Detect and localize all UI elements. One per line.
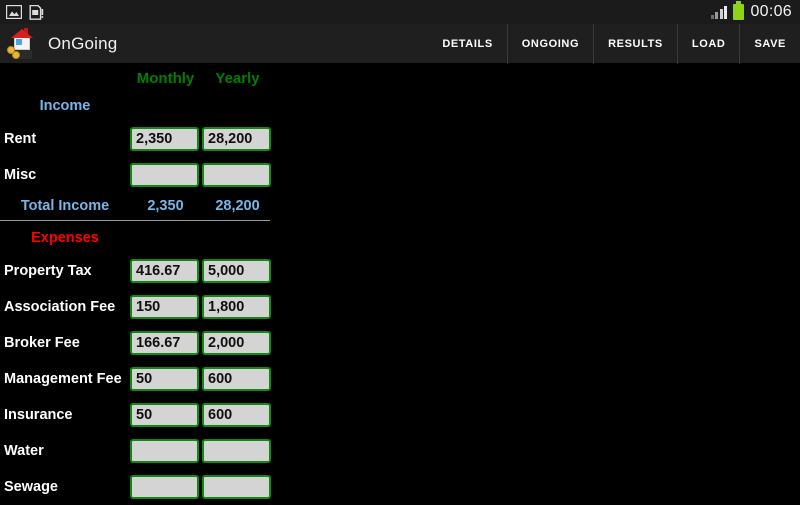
status-indicators: 00:06 — [710, 1, 792, 20]
cell-management-fee-yearly — [202, 367, 273, 391]
sd-card-warning-icon — [29, 4, 44, 20]
total-income-row: Total Income 2,350 28,200 — [0, 193, 272, 219]
total-income-label: Total Income — [20, 198, 110, 214]
cell-water-yearly — [202, 439, 273, 463]
input-property-tax-yearly[interactable] — [202, 259, 271, 283]
row-label-property-tax: Property Tax — [4, 263, 92, 279]
input-insurance-monthly[interactable] — [130, 403, 199, 427]
section-label-income: Income — [39, 98, 91, 114]
table-row: Management Fee — [0, 361, 272, 397]
input-water-monthly[interactable] — [130, 439, 199, 463]
button-save[interactable]: SAVE — [739, 23, 800, 64]
cell-insurance-yearly — [202, 403, 273, 427]
action-bar-menu: DETAILS ONGOING RESULTS LOAD SAVE — [428, 23, 800, 64]
cell-association-fee-yearly — [202, 295, 273, 319]
table-row: Association Fee — [0, 289, 272, 325]
cell-association-fee-monthly — [130, 295, 201, 319]
input-water-yearly[interactable] — [202, 439, 271, 463]
button-load[interactable]: LOAD — [676, 23, 740, 64]
input-sewage-monthly[interactable] — [130, 475, 199, 499]
tab-results[interactable]: RESULTS — [593, 23, 677, 64]
budget-table: Monthly Yearly Income Rent Misc — [0, 65, 272, 505]
cell-rent-yearly — [202, 127, 273, 151]
cell-property-tax-yearly — [202, 259, 273, 283]
table-row: Insurance — [0, 397, 272, 433]
section-divider — [0, 220, 270, 221]
image-icon — [6, 5, 22, 19]
input-association-fee-yearly[interactable] — [202, 295, 271, 319]
input-rent-monthly[interactable] — [130, 127, 199, 151]
column-header-row: Monthly Yearly — [0, 65, 272, 91]
input-insurance-yearly[interactable] — [202, 403, 271, 427]
column-header-yearly: Yearly — [215, 69, 260, 87]
cell-misc-monthly — [130, 163, 201, 187]
input-association-fee-monthly[interactable] — [130, 295, 199, 319]
total-income-yearly: 28,200 — [215, 198, 260, 214]
cell-management-fee-monthly — [130, 367, 201, 391]
input-rent-yearly[interactable] — [202, 127, 271, 151]
cell-sewage-monthly — [130, 475, 201, 499]
house-with-coins-icon — [6, 27, 40, 61]
status-bar: 00:06 — [0, 0, 800, 24]
input-broker-fee-monthly[interactable] — [130, 331, 199, 355]
cell-sewage-yearly — [202, 475, 273, 499]
section-header-income: Income — [0, 91, 272, 121]
cell-broker-fee-monthly — [130, 331, 201, 355]
row-label-water: Water — [4, 443, 44, 459]
row-label-rent: Rent — [4, 131, 37, 147]
tab-details[interactable]: DETAILS — [428, 24, 506, 64]
total-income-monthly: 2,350 — [147, 198, 184, 214]
row-label-management-fee: Management Fee — [4, 371, 122, 387]
input-property-tax-monthly[interactable] — [130, 259, 199, 283]
input-misc-yearly[interactable] — [202, 163, 271, 187]
table-row: Misc — [0, 157, 272, 193]
tab-ongoing[interactable]: ONGOING — [506, 23, 593, 64]
input-misc-monthly[interactable] — [130, 163, 199, 187]
row-label-misc: Misc — [4, 167, 37, 183]
cell-water-monthly — [130, 439, 201, 463]
cell-property-tax-monthly — [130, 259, 201, 283]
cell-rent-monthly — [130, 127, 201, 151]
section-label-expenses: Expenses — [31, 230, 99, 246]
cell-broker-fee-yearly — [202, 331, 273, 355]
table-row: Property Tax — [0, 253, 272, 289]
status-clock: 00:06 — [750, 3, 792, 20]
table-row: Broker Fee — [0, 325, 272, 361]
section-header-expenses: Expenses — [0, 223, 272, 253]
battery-icon — [733, 1, 745, 20]
table-row: Rent — [0, 121, 272, 157]
input-sewage-yearly[interactable] — [202, 475, 271, 499]
main-content: Monthly Yearly Income Rent Misc — [0, 65, 800, 500]
signal-bars-icon — [710, 5, 728, 19]
table-row: Water — [0, 433, 272, 469]
status-notifications — [6, 4, 44, 20]
row-label-broker-fee: Broker Fee — [4, 335, 80, 351]
input-broker-fee-yearly[interactable] — [202, 331, 271, 355]
cell-insurance-monthly — [130, 403, 201, 427]
column-header-monthly: Monthly — [136, 69, 195, 87]
row-label-insurance: Insurance — [4, 407, 73, 423]
app-title: OnGoing — [48, 33, 118, 53]
row-label-sewage: Sewage — [4, 479, 58, 495]
cell-misc-yearly — [202, 163, 273, 187]
action-bar: OnGoing DETAILS ONGOING RESULTS LOAD SAV… — [0, 23, 800, 64]
row-label-association-fee: Association Fee — [4, 299, 116, 315]
input-management-fee-monthly[interactable] — [130, 367, 199, 391]
input-management-fee-yearly[interactable] — [202, 367, 271, 391]
